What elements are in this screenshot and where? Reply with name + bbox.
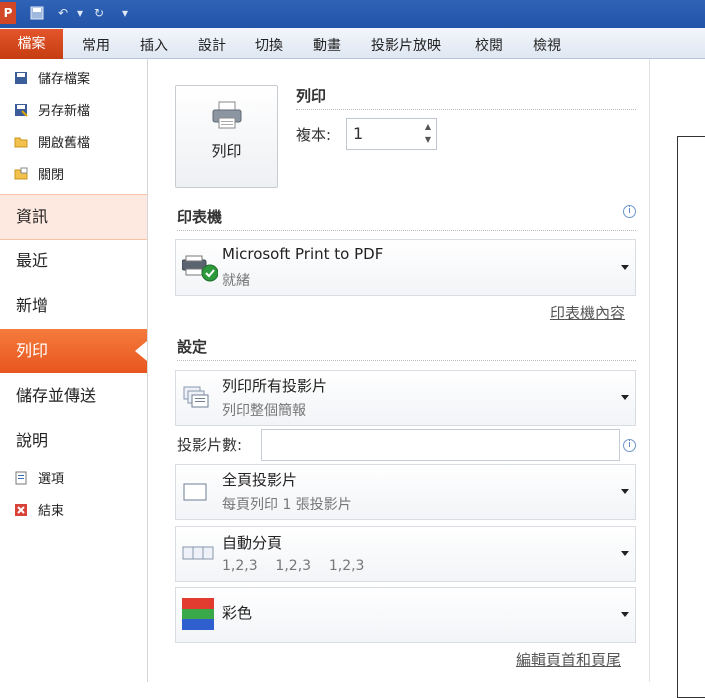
tab-file[interactable]: 檔案 (0, 29, 63, 59)
printer-dropdown[interactable]: Microsoft Print to PDF 就緒 (175, 239, 636, 296)
color-dropdown[interactable]: 彩色 (175, 587, 636, 643)
undo-icon[interactable]: ↶ (56, 6, 70, 20)
slides-input[interactable] (261, 429, 620, 461)
nav-save[interactable]: 儲存檔案 (14, 69, 90, 91)
printer-icon (212, 101, 242, 129)
printer-section-title: 印表機 (177, 208, 223, 226)
info-icon[interactable]: i (623, 439, 636, 452)
copies-spinner[interactable]: 1 ▲ ▼ (346, 118, 437, 150)
undo-dropdown-icon[interactable]: ▾ (73, 6, 87, 20)
open-folder-icon (14, 135, 28, 149)
printer-ready-icon (182, 255, 218, 282)
chevron-down-icon (621, 551, 629, 556)
printer-properties-link[interactable]: 印表機內容 (550, 302, 625, 323)
nav-info-label: 資訊 (16, 207, 49, 226)
redo-icon[interactable]: ↻ (92, 6, 106, 20)
nav-recent-label: 最近 (16, 251, 49, 270)
active-indicator-arrow (135, 341, 147, 361)
nav-options-label: 選項 (38, 472, 65, 487)
spin-down-icon[interactable]: ▼ (423, 135, 433, 145)
divider (177, 230, 636, 231)
print-range-sub: 列印整個簡報 (222, 403, 306, 419)
chevron-down-icon (621, 395, 629, 400)
powerpoint-logo-icon: P (0, 2, 16, 24)
collate-dropdown[interactable]: 自動分頁 1,2,3 1,2,3 1,2,3 (175, 526, 636, 582)
chevron-down-icon (621, 489, 629, 494)
collate-icon (182, 546, 214, 560)
print-button[interactable]: 列印 (175, 85, 278, 188)
nav-save-as-label: 另存新檔 (38, 104, 91, 119)
color-title: 彩色 (222, 604, 253, 622)
save-icon (14, 71, 28, 85)
layout-title: 全頁投影片 (222, 471, 298, 489)
copies-label: 複本: (296, 126, 332, 144)
nav-open-label: 開啟舊檔 (38, 136, 91, 151)
layout-dropdown[interactable]: 全頁投影片 每頁列印 1 張投影片 (175, 464, 636, 520)
printer-name: Microsoft Print to PDF (222, 245, 384, 263)
nav-close[interactable]: 關閉 (14, 165, 64, 187)
nav-info[interactable]: 資訊 (0, 194, 147, 240)
printer-status: 就緒 (222, 273, 250, 289)
slides-label: 投影片數: (177, 436, 243, 454)
nav-options[interactable]: 選項 (14, 469, 64, 491)
print-range-title: 列印所有投影片 (222, 377, 328, 395)
save-icon[interactable] (30, 6, 44, 20)
nav-save-send-label: 儲存並傳送 (16, 386, 97, 405)
nav-save-label: 儲存檔案 (38, 72, 91, 87)
nav-exit-label: 結束 (38, 504, 65, 519)
nav-new-label: 新增 (16, 296, 49, 315)
settings-section-title: 設定 (177, 338, 208, 356)
options-icon (14, 471, 28, 485)
tab-home[interactable]: 常用 (82, 35, 110, 55)
print-button-label: 列印 (211, 142, 242, 160)
collate-title: 自動分頁 (222, 534, 283, 552)
slides-stack-icon (183, 386, 209, 408)
copies-value: 1 (353, 124, 364, 143)
info-icon[interactable]: i (623, 205, 636, 218)
tab-insert[interactable]: 插入 (140, 35, 168, 55)
edit-header-footer-link[interactable]: 編輯頁首和頁尾 (516, 649, 621, 670)
color-icon (182, 598, 214, 630)
tab-review[interactable]: 校閱 (475, 35, 503, 55)
chevron-down-icon (621, 612, 629, 617)
print-section-title: 列印 (296, 87, 327, 105)
tab-design[interactable]: 設計 (198, 35, 226, 55)
tab-transitions[interactable]: 切換 (255, 35, 283, 55)
nav-new[interactable]: 新增 (0, 284, 147, 328)
spin-up-icon[interactable]: ▲ (423, 122, 433, 132)
nav-help[interactable]: 說明 (0, 419, 147, 463)
nav-print-label: 列印 (16, 341, 49, 360)
divider (177, 360, 636, 361)
nav-help-label: 說明 (16, 431, 49, 450)
chevron-down-icon (621, 265, 629, 270)
tab-animations[interactable]: 動畫 (313, 35, 341, 55)
layout-sub: 每頁列印 1 張投影片 (222, 497, 352, 513)
nav-save-as[interactable]: 另存新檔 (14, 101, 90, 123)
collate-sub: 1,2,3 1,2,3 1,2,3 (222, 558, 365, 574)
nav-open[interactable]: 開啟舊檔 (14, 133, 90, 155)
nav-print[interactable]: 列印 (0, 329, 147, 373)
nav-recent[interactable]: 最近 (0, 239, 147, 283)
save-as-icon (14, 103, 28, 117)
tab-view[interactable]: 檢視 (533, 35, 561, 55)
quick-access-toolbar: P ↶ ▾ ↻ ▾ (0, 0, 705, 28)
divider (296, 109, 636, 110)
close-folder-icon (14, 167, 28, 181)
customize-qat-icon[interactable]: ▾ (118, 6, 132, 20)
nav-close-label: 關閉 (38, 168, 65, 183)
preview-page (677, 136, 705, 698)
tab-slideshow[interactable]: 投影片放映 (371, 35, 441, 55)
backstage-nav: 儲存檔案 另存新檔 開啟舊檔 關閉 資訊 最近 新增 列印 儲存並傳送 說明 選… (0, 59, 148, 682)
exit-icon (14, 503, 28, 517)
nav-save-send[interactable]: 儲存並傳送 (0, 374, 147, 418)
nav-exit[interactable]: 結束 (14, 501, 64, 523)
print-range-dropdown[interactable]: 列印所有投影片 列印整個簡報 (175, 370, 636, 426)
ribbon-tab-bar: 常用 插入 設計 切換 動畫 投影片放映 校閱 檢視 (0, 28, 705, 59)
full-page-slide-icon (183, 483, 207, 501)
